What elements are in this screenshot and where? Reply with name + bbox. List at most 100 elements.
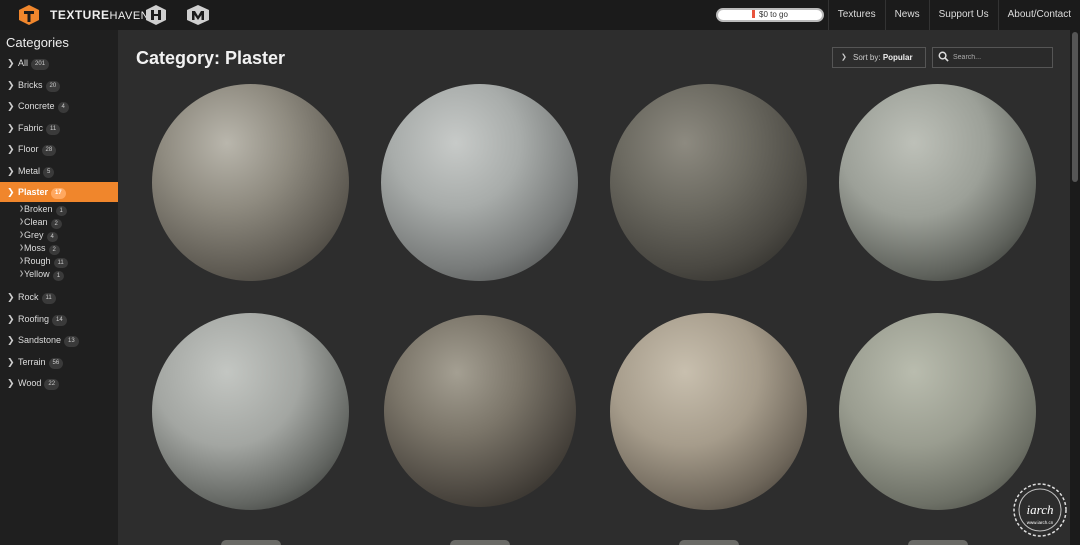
category-count: 4: [57, 102, 69, 113]
subcategory-label: Broken: [24, 204, 53, 214]
texture-thumbnail-7[interactable]: [610, 313, 807, 510]
subcategory-label: Grey: [24, 230, 44, 240]
chevron-right-icon: ❯: [19, 206, 25, 212]
subcategory-rough[interactable]: ❯ Rough 11: [19, 255, 68, 268]
texture-thumbnail-6[interactable]: [384, 315, 576, 507]
sidebar-item-floor[interactable]: ❯ Floor 28: [0, 139, 118, 159]
category-count: 56: [48, 358, 64, 369]
brand-name[interactable]: TEXTUREHAVEN: [50, 8, 149, 22]
subcategory-count: 11: [53, 258, 68, 268]
category-count: 201: [31, 59, 50, 70]
chevron-right-icon: ❯: [19, 232, 25, 238]
subcategory-broken[interactable]: ❯ Broken 1: [19, 203, 67, 216]
chevron-right-icon: ❯: [19, 271, 25, 277]
texture-thumbnail-peek[interactable]: [679, 540, 739, 545]
nav-textures[interactable]: Textures: [827, 0, 885, 30]
subcategory-grey[interactable]: ❯ Grey 4: [19, 229, 58, 242]
category-label: Floor: [18, 144, 39, 154]
texture-thumbnail-8[interactable]: [839, 313, 1036, 510]
3dmodelhaven-icon[interactable]: [186, 4, 210, 26]
sidebar-item-bricks[interactable]: ❯ Bricks 20: [0, 75, 118, 95]
chevron-right-icon: ❯: [7, 357, 15, 367]
category-label: Bricks: [18, 80, 43, 90]
category-label: Rock: [18, 292, 39, 302]
category-count: 11: [41, 293, 56, 304]
sidebar-item-rock[interactable]: ❯ Rock 11: [0, 287, 118, 307]
category-count: 14: [52, 315, 67, 326]
subcategory-count: 2: [48, 245, 60, 255]
sort-value: Popular: [882, 53, 913, 62]
chevron-right-icon: ❯: [7, 166, 15, 176]
subcategory-count: 4: [46, 232, 58, 242]
iarch-watermark-logo: iarch www.iarch.cn: [1013, 483, 1067, 537]
sidebar-item-terrain[interactable]: ❯ Terrain 56: [0, 352, 118, 372]
nav-news[interactable]: News: [884, 0, 929, 30]
texture-thumbnail-peek[interactable]: [450, 540, 510, 545]
search-input[interactable]: [932, 47, 1053, 68]
sidebar-item-roofing[interactable]: ❯ Roofing 14: [0, 309, 118, 329]
sidebar-item-metal[interactable]: ❯ Metal 5: [0, 161, 118, 181]
watermark-text: iarch: [1027, 502, 1054, 517]
patreon-flag-icon: [752, 10, 756, 18]
hdrihaven-icon[interactable]: [145, 4, 167, 26]
texture-thumbnail-1[interactable]: [152, 84, 349, 281]
chevron-right-icon: ❯: [7, 123, 15, 133]
category-label: All: [18, 58, 29, 68]
texturehaven-logo-icon[interactable]: [18, 4, 40, 26]
category-count: 22: [44, 379, 60, 390]
category-label: Terrain: [18, 357, 46, 367]
page-title: Category: Plaster: [136, 48, 286, 68]
chevron-right-icon: ❯: [7, 292, 15, 302]
category-count: 5: [43, 167, 55, 178]
chevron-down-icon: ❯: [841, 54, 847, 61]
chevron-right-icon: ❯: [19, 219, 25, 225]
patreon-goal-bar[interactable]: $0 to go: [716, 8, 824, 22]
sidebar-item-all[interactable]: ❯ All 201: [0, 53, 118, 73]
category-label: Roofing: [18, 314, 50, 324]
subcategory-label: Moss: [24, 243, 46, 253]
category-label: Metal: [18, 166, 41, 176]
chevron-right-icon: ❯: [7, 144, 15, 154]
subcategory-yellow[interactable]: ❯ Yellow 1: [19, 268, 65, 281]
texture-thumbnail-peek[interactable]: [908, 540, 968, 545]
subcategory-count: 2: [50, 219, 62, 229]
sidebar-item-wood[interactable]: ❯ Wood 22: [0, 373, 118, 393]
sort-prefix: Sort by:: [853, 53, 881, 62]
category-count: 28: [41, 145, 57, 156]
subcategory-label: Yellow: [24, 269, 50, 279]
chevron-right-icon: ❯: [7, 335, 15, 345]
top-nav: Textures News Support Us About/Contact: [827, 0, 1080, 30]
sort-dropdown[interactable]: ❯ Sort by: Popular: [832, 47, 926, 68]
chevron-right-icon: ❯: [7, 80, 15, 90]
sidebar-title: Categories: [6, 35, 69, 50]
subcategory-label: Clean: [24, 217, 48, 227]
subcategory-clean[interactable]: ❯ Clean 2: [19, 216, 62, 229]
texture-thumbnail-3[interactable]: [610, 84, 807, 281]
category-count: 20: [45, 81, 61, 92]
chevron-right-icon: ❯: [7, 314, 15, 324]
nav-about-contact[interactable]: About/Contact: [997, 0, 1080, 30]
sidebar-item-fabric[interactable]: ❯ Fabric 11: [0, 118, 118, 138]
texture-thumbnail-2[interactable]: [381, 84, 578, 281]
category-count: 11: [46, 124, 61, 135]
texture-thumbnail-4[interactable]: [839, 84, 1036, 281]
brand-strong: TEXTURE: [50, 8, 110, 22]
sidebar-item-concrete[interactable]: ❯ Concrete 4: [0, 96, 118, 116]
chevron-right-icon: ❯: [19, 245, 25, 251]
category-label: Sandstone: [18, 335, 62, 345]
nav-support-us[interactable]: Support Us: [928, 0, 998, 30]
category-count: 17: [51, 188, 66, 199]
top-bar: TEXTUREHAVEN $0 to go Textures News Supp…: [0, 0, 1080, 30]
chevron-right-icon: ❯: [7, 187, 15, 197]
texture-thumbnail-5[interactable]: [152, 313, 349, 510]
category-label: Fabric: [18, 123, 44, 133]
scrollbar-thumb[interactable]: [1072, 32, 1078, 182]
chevron-right-icon: ❯: [7, 378, 15, 388]
sidebar-item-sandstone[interactable]: ❯ Sandstone 13: [0, 330, 118, 350]
sidebar-item-plaster[interactable]: ❯ Plaster 17: [0, 182, 118, 202]
category-label: Wood: [18, 378, 42, 388]
texture-thumbnail-peek[interactable]: [221, 540, 281, 545]
chevron-right-icon: ❯: [19, 258, 25, 264]
subcategory-moss[interactable]: ❯ Moss 2: [19, 242, 60, 255]
watermark-url: www.iarch.cn: [1027, 520, 1054, 525]
